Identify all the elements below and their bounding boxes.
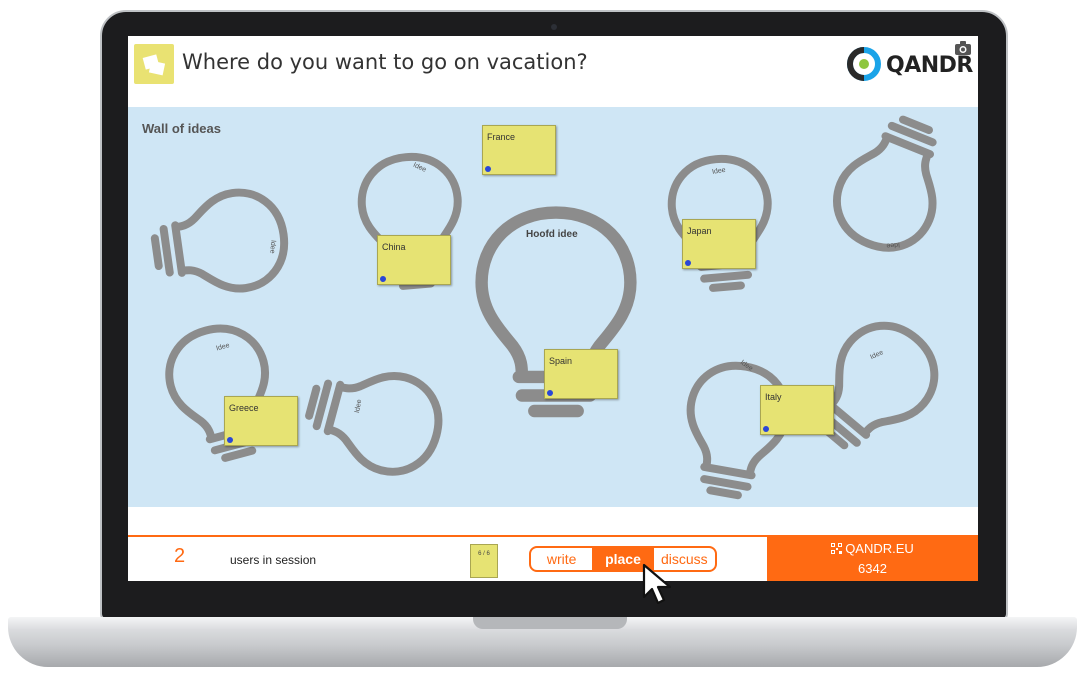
- main-idea-label: Hoofd idee: [526, 229, 578, 240]
- bulb-label: Idee: [354, 399, 363, 414]
- laptop-notch: [473, 617, 627, 629]
- write-mode-button[interactable]: write: [531, 548, 592, 570]
- bulb-label: Idee: [886, 241, 900, 249]
- qr-code-icon: [831, 543, 843, 554]
- sticky-note[interactable]: Japan: [682, 219, 756, 269]
- wall-title: Wall of ideas: [142, 121, 221, 136]
- sticky-note[interactable]: Italy: [760, 385, 834, 435]
- note-text: Greece: [229, 403, 259, 413]
- session-info[interactable]: QANDR.EU 6342: [767, 537, 978, 581]
- idea-wall[interactable]: Idee Idee Idee Idee Idee Idee Idee Idee …: [128, 107, 978, 507]
- note-text: China: [382, 242, 406, 252]
- session-url: QANDR.EU: [845, 541, 914, 556]
- bulb-label: Idee: [412, 162, 427, 174]
- users-label: users in session: [230, 553, 317, 567]
- header: Where do you want to go on vacation? QAN…: [128, 36, 978, 107]
- sticky-notes-icon: [134, 44, 174, 84]
- sticky-note[interactable]: Spain: [544, 349, 618, 399]
- page-indicator[interactable]: 6 / 6: [470, 544, 498, 578]
- sticky-note[interactable]: China: [377, 235, 451, 285]
- session-url-row: QANDR.EU: [767, 541, 978, 556]
- qandr-logo-icon: [847, 47, 881, 81]
- app-screen: Where do you want to go on vacation? QAN…: [128, 36, 978, 581]
- sticky-note[interactable]: Greece: [224, 396, 298, 446]
- cursor-icon: [642, 563, 672, 605]
- logo-text: QANDR: [886, 53, 973, 78]
- webcam-icon: [551, 24, 557, 30]
- idea-bulb: [824, 107, 961, 261]
- mode-switch: write place discuss: [529, 546, 717, 572]
- note-author-dot: [380, 276, 386, 282]
- sticky-note[interactable]: France: [482, 125, 556, 175]
- page-title: Where do you want to go on vacation?: [182, 50, 588, 74]
- idea-bulb: [300, 356, 448, 482]
- note-author-dot: [227, 437, 233, 443]
- note-text: Spain: [549, 356, 573, 366]
- camera-icon[interactable]: [954, 40, 972, 56]
- note-author-dot: [763, 426, 769, 432]
- user-count: 2: [174, 545, 186, 567]
- bulb-label: Idee: [712, 167, 727, 176]
- bulb-label: Idee: [268, 240, 276, 254]
- bulb-label: Idee: [869, 349, 884, 361]
- wall-bottom-margin: [128, 507, 978, 535]
- note-author-dot: [685, 260, 691, 266]
- note-author-dot: [485, 166, 491, 172]
- bulb-label: Idee: [215, 342, 230, 352]
- footer: 2 users in session 6 / 6 write place dis…: [128, 535, 978, 581]
- note-author-dot: [547, 390, 553, 396]
- note-text: Italy: [765, 392, 782, 402]
- session-code: 6342: [858, 561, 887, 576]
- note-text: Japan: [687, 226, 712, 236]
- note-text: France: [487, 132, 516, 142]
